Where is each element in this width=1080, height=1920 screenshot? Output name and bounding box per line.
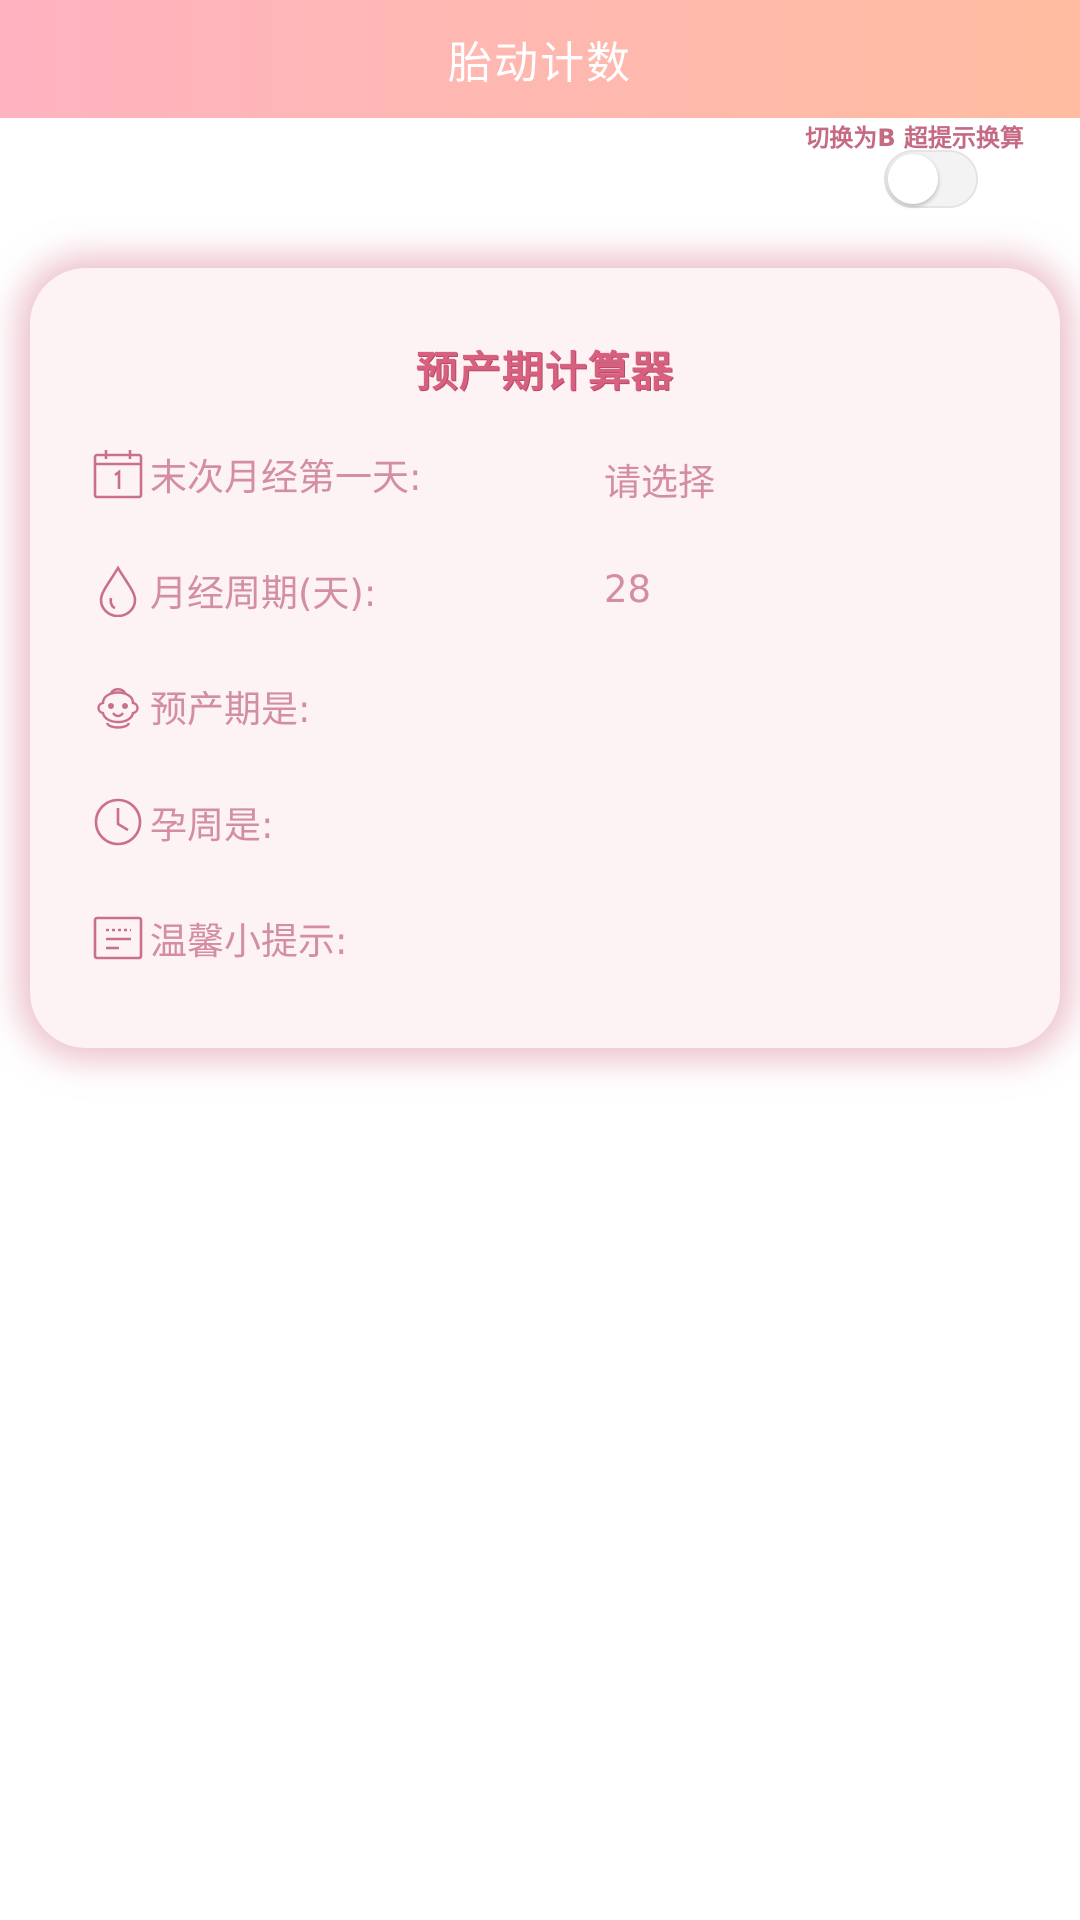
row-due-date: 预产期是: <box>90 676 310 736</box>
baby-face-icon <box>90 678 146 734</box>
cycle-length-input[interactable]: 28 <box>604 568 651 611</box>
clock-icon <box>90 794 146 850</box>
b-ultrasound-toggle[interactable] <box>884 150 978 208</box>
toggle-knob <box>888 154 938 204</box>
pregnancy-week-label: 孕周是: <box>150 804 274 847</box>
row-last-period[interactable]: 末次月经第一天: <box>90 444 421 504</box>
note-icon <box>90 910 146 966</box>
tips-label: 温馨小提示: <box>150 920 348 963</box>
row-cycle-length[interactable]: 月经周期(天): <box>90 560 376 620</box>
cycle-length-label: 月经周期(天): <box>150 572 377 615</box>
due-date-calculator-card: 预产期计算器 末次月经第一天: 请选择 月经周期(天): 28 预产期是: 孕周… <box>30 268 1060 1048</box>
calendar-icon <box>90 446 146 502</box>
page-title: 胎动计数 <box>448 38 632 89</box>
app-header: 胎动计数 <box>0 0 1080 118</box>
last-period-label: 末次月经第一天: <box>150 456 422 499</box>
row-tips: 温馨小提示: <box>90 908 347 968</box>
b-ultrasound-toggle-label: 切换为B 超提示换算 <box>805 124 1024 152</box>
due-date-label: 预产期是: <box>150 688 311 731</box>
last-period-select[interactable]: 请选择 <box>604 452 715 506</box>
row-pregnancy-week: 孕周是: <box>90 792 273 852</box>
drop-icon <box>90 562 146 618</box>
card-title: 预产期计算器 <box>415 347 674 396</box>
